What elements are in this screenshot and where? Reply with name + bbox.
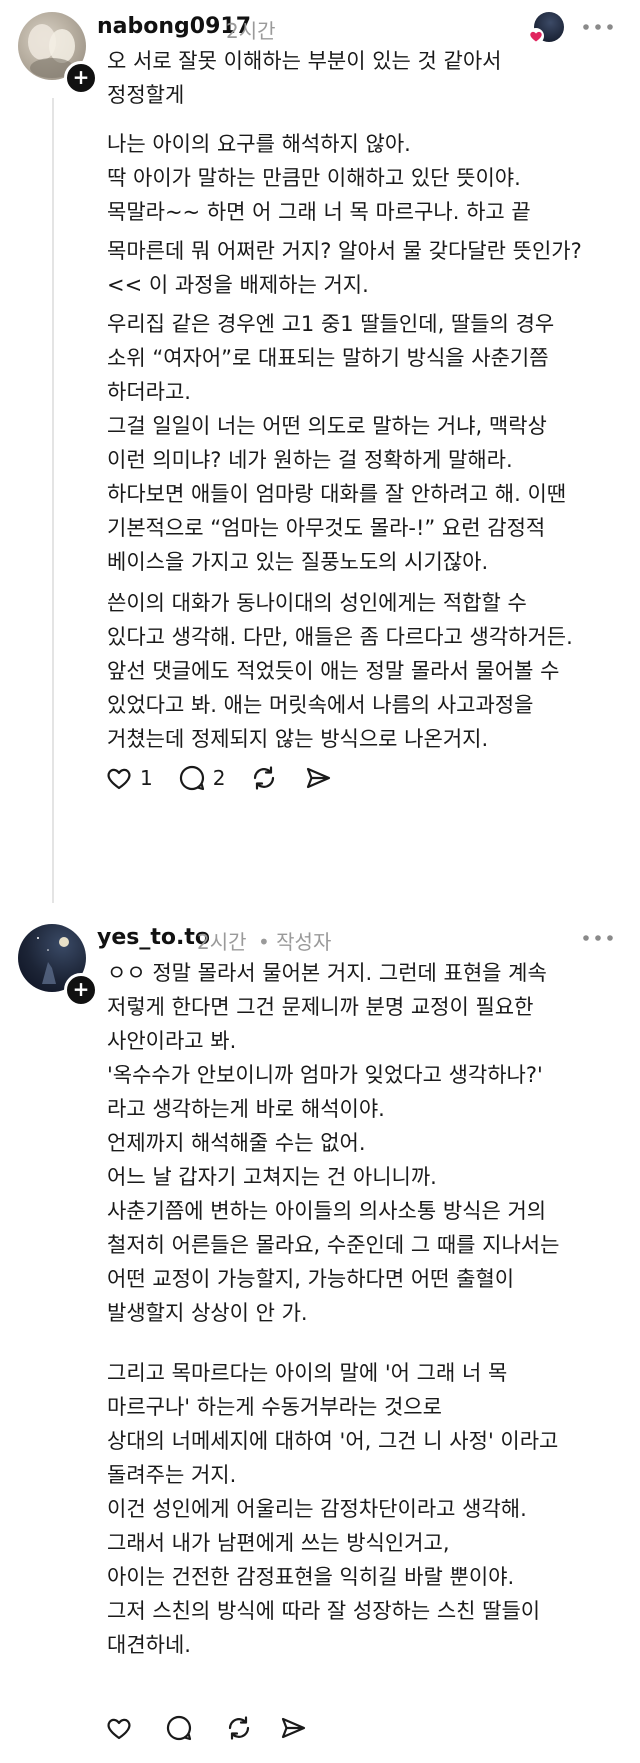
reply-button[interactable]	[164, 1713, 200, 1743]
repost-button[interactable]	[224, 1713, 254, 1743]
action-bar	[104, 1713, 332, 1743]
heart-icon	[107, 1718, 131, 1740]
follow-plus-icon[interactable]: +	[64, 973, 98, 1007]
heart-icon	[107, 768, 131, 790]
thread-line	[52, 98, 54, 903]
author-tag: • 작성자	[258, 930, 332, 954]
share-button[interactable]	[278, 1713, 308, 1743]
username[interactable]: yes_to.to	[97, 925, 210, 950]
reply-button[interactable]: 2	[177, 763, 226, 793]
timestamp: 2시간	[197, 930, 247, 954]
like-count: 1	[140, 766, 153, 790]
send-icon	[281, 1717, 306, 1739]
like-button[interactable]: 1	[104, 763, 153, 793]
comment-paragraph: 우리집 같은 경우엔 고1 중1 딸들인데, 딸들의 경우 소위 “여자어”로 …	[107, 312, 567, 574]
author-heart-badge	[528, 28, 544, 44]
repost-icon	[254, 766, 275, 790]
reply-count: 2	[212, 766, 226, 790]
action-bar: 1 2	[104, 763, 357, 793]
comment-paragraph: 그리고 목마르다는 아이의 말에 '어 그래 너 목 마르구나' 하는게 수동거…	[107, 1361, 559, 1657]
follow-plus-icon[interactable]: +	[64, 61, 98, 95]
send-icon	[307, 767, 331, 789]
repost-button[interactable]	[249, 763, 279, 793]
comment-paragraph: 오 서로 잘못 이해하는 부분이 있는 것 같아서 정정할게	[107, 49, 502, 107]
like-button[interactable]	[104, 1713, 140, 1743]
comment-paragraph: 쓴이의 대화가 동나이대의 성인에게는 적합할 수 있다고 생각해. 다만, 애…	[107, 591, 573, 751]
timestamp: 2시간	[226, 19, 276, 43]
comment-icon	[166, 1715, 192, 1741]
repost-icon	[228, 1716, 250, 1740]
comment-paragraph: ㅇㅇ 정말 몰라서 물어본 거지. 그런데 표현을 계속 저렇게 한다면 그건 …	[107, 961, 560, 1325]
heart-icon	[530, 31, 542, 42]
more-horizontal-icon[interactable]	[578, 17, 618, 37]
more-horizontal-icon[interactable]	[578, 928, 618, 948]
comment-icon	[179, 765, 204, 791]
share-button[interactable]	[303, 763, 333, 793]
comment-paragraph: 나는 아이의 요구를 해석하지 않아. 딱 아이가 말하는 만큼만 이해하고 있…	[107, 132, 531, 224]
comment-paragraph: 목마른데 뭐 어쩌란 거지? 알아서 물 갖다달란 뜻인가? << 이 과정을 …	[107, 239, 582, 297]
